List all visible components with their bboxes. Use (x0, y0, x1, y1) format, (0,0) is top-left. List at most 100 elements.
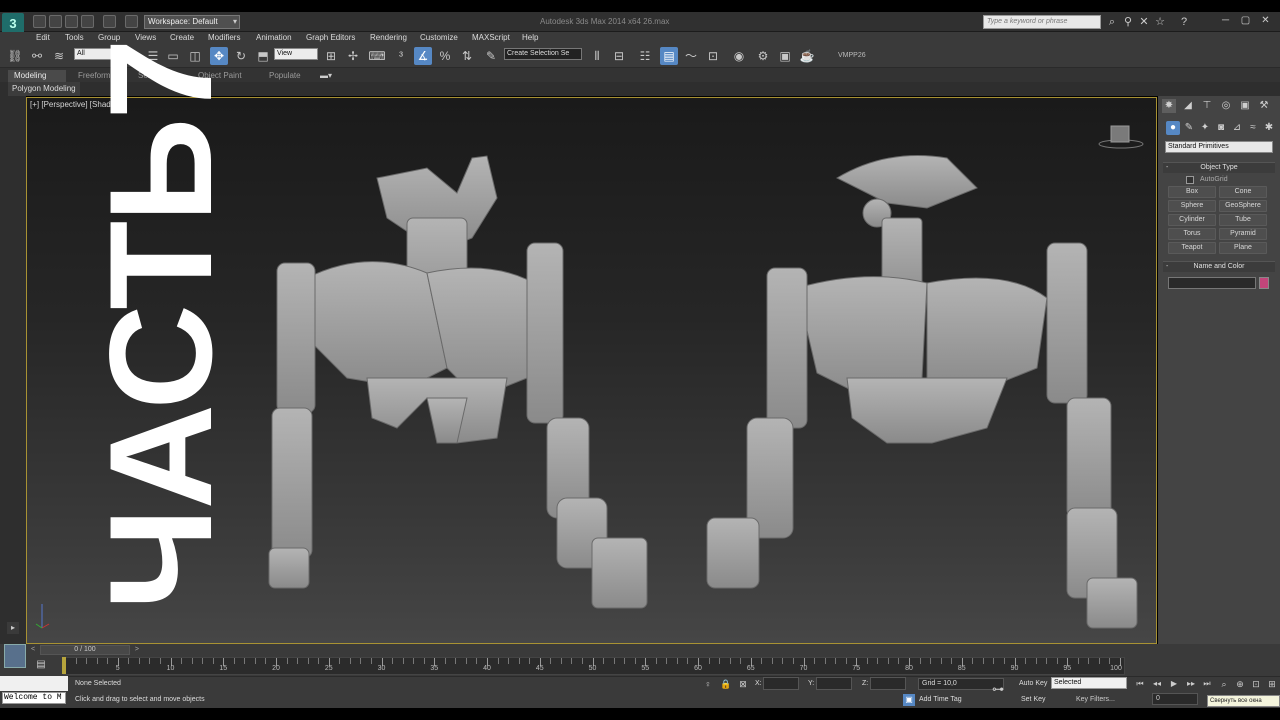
percent-snap-icon[interactable]: % (436, 47, 454, 65)
y-coordinate-input[interactable] (816, 677, 852, 690)
use-pivot-center-icon[interactable]: ⊞ (322, 47, 340, 65)
absolute-mode-icon[interactable]: ⊠ (737, 678, 749, 690)
open-file-icon[interactable] (49, 15, 62, 28)
bind-to-space-warp-icon[interactable]: ≋ (50, 47, 68, 65)
save-file-icon[interactable] (65, 15, 78, 28)
reference-coordinate-dropdown[interactable]: View (274, 48, 318, 60)
favorites-star-icon[interactable]: ☆ (1153, 15, 1167, 29)
autogrid-checkbox[interactable] (1186, 176, 1194, 184)
mini-curve-editor-icon[interactable] (4, 644, 26, 668)
plane-button[interactable]: Plane (1219, 242, 1267, 254)
auto-key-button[interactable]: Auto Key (1019, 678, 1047, 690)
graphite-modeling-tools-icon[interactable]: ▤ (660, 47, 678, 65)
redo-icon[interactable] (103, 15, 116, 28)
sphere-button[interactable]: Sphere (1168, 200, 1216, 212)
edit-named-selection-icon[interactable]: ✎ (482, 47, 500, 65)
polygon-modeling-panel[interactable]: Polygon Modeling (8, 82, 80, 96)
align-icon[interactable]: ⊟ (610, 47, 628, 65)
display-panel-tab-icon[interactable]: ▣ (1238, 99, 1252, 113)
vmpp-toolbar-label[interactable]: VMPP26 (838, 52, 866, 59)
geometry-category-icon[interactable]: ● (1166, 121, 1180, 135)
hierarchy-panel-tab-icon[interactable]: ⊤ (1200, 99, 1214, 113)
mirror-icon[interactable]: ⫴ (588, 47, 606, 65)
lights-category-icon[interactable]: ✦ (1198, 121, 1212, 135)
ribbon-tab-populate[interactable]: Populate (263, 70, 307, 82)
add-time-tag-button[interactable]: Add Time Tag (919, 694, 962, 706)
object-name-input[interactable] (1168, 277, 1256, 289)
space-warps-category-icon[interactable]: ≈ (1246, 121, 1260, 135)
maxscript-mini-listener[interactable] (0, 676, 68, 691)
time-tag-icon[interactable]: ▣ (903, 694, 915, 706)
play-icon[interactable]: ▶ (1167, 678, 1181, 690)
angle-snap-icon[interactable]: ∡ (414, 47, 432, 65)
box-button[interactable]: Box (1168, 186, 1216, 198)
workspace-dropdown[interactable]: Workspace: Default ▾ (144, 15, 240, 29)
maximize-viewport-icon[interactable]: ⊞ (1265, 678, 1279, 690)
menu-graph-editors[interactable]: Graph Editors (306, 32, 355, 44)
viewcube-icon[interactable] (1098, 122, 1144, 150)
menu-customize[interactable]: Customize (420, 32, 458, 44)
menu-maxscript[interactable]: MAXScript (472, 32, 510, 44)
snaps-toggle-icon[interactable]: ³ (392, 47, 410, 65)
curve-editor-icon[interactable]: 〜 (682, 47, 700, 65)
key-filters-button[interactable]: Key Filters... (1076, 694, 1115, 706)
select-manipulate-icon[interactable]: ✢ (344, 47, 362, 65)
menu-rendering[interactable]: Rendering (370, 32, 407, 44)
select-and-scale-icon[interactable]: ⬒ (254, 47, 272, 65)
cameras-category-icon[interactable]: ◙ (1214, 121, 1228, 135)
material-editor-icon[interactable]: ◉ (730, 47, 748, 65)
menu-help[interactable]: Help (522, 32, 538, 44)
current-frame-marker[interactable] (62, 657, 66, 674)
schematic-view-icon[interactable]: ⊡ (704, 47, 722, 65)
ribbon-tab-modeling[interactable]: Modeling (8, 70, 66, 82)
time-slider[interactable]: <0 / 100 > (31, 645, 139, 655)
teapot-button[interactable]: Teapot (1168, 242, 1216, 254)
select-and-link-icon[interactable]: ⛓ (6, 47, 24, 65)
create-panel-tab-icon[interactable]: ✸ (1162, 99, 1176, 113)
unlink-selection-icon[interactable]: ⚯ (28, 47, 46, 65)
torus-button[interactable]: Torus (1168, 228, 1216, 240)
project-folder-icon[interactable] (125, 15, 138, 28)
previous-frame-icon[interactable]: ◂◂ (1150, 678, 1164, 690)
key-mode-dropdown[interactable]: Selected (1051, 677, 1127, 689)
communication-center-icon[interactable]: ✕ (1137, 15, 1151, 29)
track-bar-toggle-icon[interactable]: ▤ (34, 659, 48, 671)
pyramid-button[interactable]: Pyramid (1219, 228, 1267, 240)
primitive-category-dropdown[interactable]: Standard Primitives (1165, 141, 1273, 153)
tube-button[interactable]: Tube (1219, 214, 1267, 226)
minimize-icon[interactable]: ─ (1218, 14, 1233, 28)
utilities-panel-tab-icon[interactable]: ⚒ (1257, 99, 1271, 113)
new-file-icon[interactable] (33, 15, 46, 28)
isolate-selection-icon[interactable]: ♀ (702, 678, 714, 690)
keyword-search-input[interactable]: Type a keyword or phrase (983, 15, 1101, 29)
render-setup-icon[interactable]: ⚙ (754, 47, 772, 65)
current-frame-input[interactable]: 0 (1152, 693, 1198, 705)
maximize-icon[interactable]: ▢ (1238, 14, 1253, 28)
subscription-icon[interactable]: ⚲ (1121, 15, 1135, 29)
geosphere-button[interactable]: GeoSphere (1219, 200, 1267, 212)
cylinder-button[interactable]: Cylinder (1168, 214, 1216, 226)
set-key-button[interactable]: Set Key (1021, 694, 1046, 706)
spinner-snap-icon[interactable]: ⇅ (458, 47, 476, 65)
systems-category-icon[interactable]: ✱ (1262, 121, 1276, 135)
set-key-icon[interactable]: ⊶ (992, 682, 1004, 696)
selection-lock-icon[interactable]: 🔒 (720, 678, 732, 690)
help-icon[interactable]: ? (1177, 15, 1191, 29)
zoom-all-icon[interactable]: ⊕ (1233, 678, 1247, 690)
menu-edit[interactable]: Edit (36, 32, 50, 44)
cone-button[interactable]: Cone (1219, 186, 1267, 198)
object-type-rollout[interactable]: - Object Type (1163, 162, 1275, 173)
zoom-icon[interactable]: ⌕ (1217, 678, 1231, 690)
go-to-start-icon[interactable]: ⏮ (1133, 678, 1147, 690)
motion-panel-tab-icon[interactable]: ◎ (1219, 99, 1233, 113)
render-production-icon[interactable]: ☕ (798, 47, 816, 65)
menu-animation[interactable]: Animation (256, 32, 292, 44)
layer-manager-icon[interactable]: ☷ (636, 47, 654, 65)
maxscript-input[interactable]: Welcome to M (2, 692, 66, 704)
keyboard-shortcut-override-icon[interactable]: ⌨ (368, 47, 386, 65)
modify-panel-tab-icon[interactable]: ◢ (1181, 99, 1195, 113)
close-icon[interactable]: ✕ (1258, 14, 1273, 28)
helpers-category-icon[interactable]: ⊿ (1230, 121, 1244, 135)
shapes-category-icon[interactable]: ✎ (1182, 121, 1196, 135)
expand-panel-icon[interactable]: ▸ (7, 622, 19, 634)
